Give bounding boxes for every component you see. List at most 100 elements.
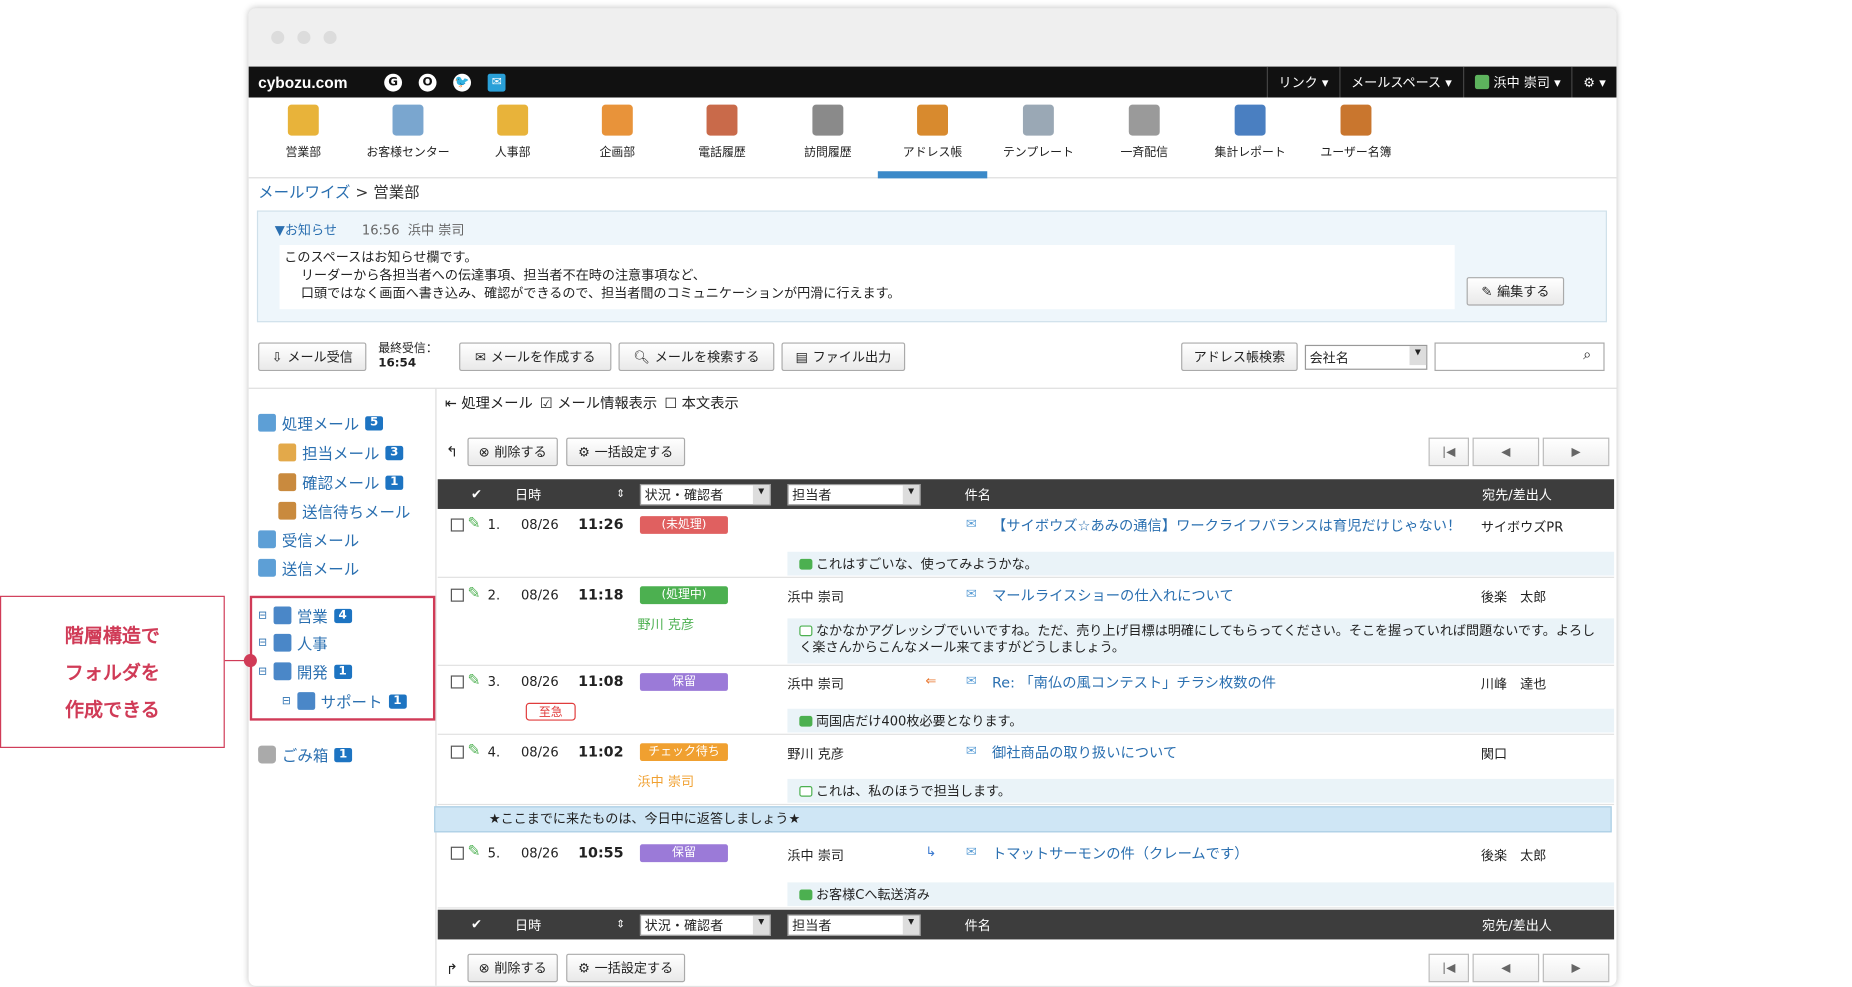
window-dot[interactable] [271, 30, 285, 44]
sidebar-item-pending[interactable]: 送信待ちメール [278, 499, 410, 522]
mailspace-menu[interactable]: メールスペース ▾ [1339, 66, 1462, 98]
status-badge[interactable]: (未処理) [639, 516, 728, 534]
edit-notice-button[interactable]: ✎ 編集する [1466, 277, 1565, 306]
cybozu-logo[interactable]: cybozu.com [249, 73, 368, 91]
sidebar-item-trash[interactable]: ごみ箱 1 [258, 743, 353, 766]
edit-status-icon[interactable]: ✎ [467, 515, 480, 533]
bulk-set-button-top[interactable]: ⚙ 一括設定する [566, 437, 686, 467]
link-menu[interactable]: リンク ▾ [1266, 66, 1340, 98]
nav-item[interactable]: 一斉配信 [1092, 104, 1197, 159]
mailwise-icon[interactable]: ✉ [487, 73, 506, 91]
nav-item[interactable]: 企画部 [565, 104, 670, 159]
edit-status-icon[interactable]: ✎ [467, 843, 480, 861]
row-checkbox[interactable] [450, 675, 464, 692]
delete-button-top[interactable]: ⊗ 削除する [467, 437, 558, 467]
company-select[interactable]: 会社名 [1304, 344, 1428, 370]
edit-status-icon[interactable]: ✎ [467, 672, 480, 690]
delete-button-bottom[interactable]: ⊗ 削除する [467, 953, 558, 983]
search-mail-button[interactable]: 🔍︎ メールを検索する [618, 342, 775, 372]
row-checkbox[interactable] [450, 745, 464, 763]
select-all-checkbox[interactable]: ✔ [471, 479, 482, 509]
table-row[interactable]: ✎ 1. 08/26 11:26 (未処理) ✉ 【サイボウズ☆あみの通信】ワークライフバラ… [437, 509, 1615, 578]
status-badge[interactable]: 保留 [639, 844, 728, 863]
select-all-checkbox[interactable]: ✔ [471, 910, 482, 940]
delete-label: 削除する [494, 960, 547, 977]
table-row[interactable]: ✎ 5. 08/26 10:55 保留 浜中 崇司 ↳ ✉ トマットサーモンの件（クレームです）… [437, 837, 1615, 909]
col-date[interactable]: 日時 [515, 910, 541, 940]
nav-item[interactable]: お客様センター [356, 104, 461, 159]
edit-status-icon[interactable]: ✎ [467, 742, 480, 760]
table-row[interactable]: ✎ 4. 08/26 11:02 チェック待ち 野川 克彦 浜中 崇司 ✉ 御社商品の取り扱いに… [437, 736, 1615, 806]
notice-header[interactable]: ▼お知らせ 16:56 浜中 崇司 [275, 220, 465, 239]
kintone-icon[interactable]: 🐦 [453, 73, 472, 91]
window-dot[interactable] [323, 30, 337, 44]
nav-item[interactable]: 人事部 [460, 104, 565, 159]
compose-mail-button[interactable]: ✉ メールを作成する [459, 342, 612, 372]
bulk-set-button-bottom[interactable]: ⚙ 一括設定する [566, 953, 686, 983]
status-filter[interactable]: 状況・確認者 [639, 914, 771, 936]
nav-item[interactable]: 電話履歴 [670, 104, 775, 159]
status-badge[interactable]: チェック待ち [639, 743, 728, 762]
bulk-label: 一括設定する [594, 444, 674, 461]
status-badge[interactable]: (処理中) [639, 586, 728, 605]
next-page-icon[interactable]: ▶ [1542, 953, 1610, 983]
sidebar-item-sent[interactable]: 送信メール [258, 557, 359, 579]
nav-item[interactable]: アドレス帳 [880, 104, 985, 159]
tab-processing[interactable]: ⇤ 処理メール [445, 392, 533, 412]
status-filter[interactable]: 状況・確認者 [639, 483, 771, 506]
nav-item[interactable]: 営業部 [251, 104, 356, 159]
magnifier-icon[interactable]: ⌕ [1583, 346, 1591, 364]
row-subject[interactable]: トマットサーモンの件（クレームです） [992, 843, 1249, 863]
row-checkbox[interactable] [450, 588, 464, 606]
col-date[interactable]: 日時 [515, 479, 541, 509]
edit-status-icon[interactable]: ✎ [467, 585, 480, 603]
col-to[interactable]: 宛先/差出人 [1482, 910, 1552, 940]
memo-text: お客様Cへ転送済み [815, 887, 930, 903]
file-export-button[interactable]: ▤ ファイル出力 [781, 342, 906, 372]
show-info-toggle[interactable]: ☑ メール情報表示 [540, 392, 657, 412]
row-subject[interactable]: 【サイボウズ☆あみの通信】ワークライフバランスは育児だけじゃない！ [992, 515, 1461, 535]
status-badge[interactable]: 保留 [639, 673, 728, 691]
assignee-filter[interactable]: 担当者 [787, 483, 921, 506]
table-row[interactable]: ✎ 3. 08/26 11:08 保留 至急 浜中 崇司 ⇐ ✉ Re: 「南仏の風コンテスト」チ… [437, 666, 1615, 735]
assignee-filter[interactable]: 担当者 [787, 914, 921, 936]
table-row[interactable]: ✎ 2. 08/26 11:18 (処理中) 浜中 崇司 野川 克彦 ✉ マールライスショーの仕… [437, 579, 1615, 666]
user-menu[interactable]: 浜中 崇司 ▾ [1462, 66, 1572, 98]
sidebar-item-processing[interactable]: 処理メール 5 [258, 411, 383, 434]
col-subject[interactable]: 件名 [965, 479, 991, 509]
prev-page-icon[interactable]: ◀ [1472, 953, 1540, 983]
nav-item[interactable]: 訪問履歴 [776, 104, 881, 159]
sidebar-item-inbox[interactable]: 受信メール [258, 528, 359, 551]
settings-menu[interactable]: ⚙ ▾ [1571, 66, 1616, 98]
sidebar-item-assigned[interactable]: 担当メール 3 [278, 441, 404, 464]
col-subject[interactable]: 件名 [965, 910, 991, 940]
breadcrumb-root[interactable]: メールワイズ [258, 184, 350, 202]
nav-item[interactable]: ユーザー名簿 [1304, 104, 1409, 159]
receive-mail-button[interactable]: ⇩ メール受信 [258, 342, 367, 372]
sidebar-item-confirm[interactable]: 確認メール 1 [278, 471, 404, 494]
sort-icon[interactable]: ⇕ [616, 910, 625, 940]
row-checkbox[interactable] [450, 846, 464, 864]
address-search-input[interactable] [1434, 342, 1605, 372]
garoon-icon[interactable]: G [384, 73, 403, 91]
row-subject[interactable]: マールライスショーの仕入れについて [992, 585, 1234, 605]
refresh-icon[interactable]: ↰ [446, 444, 458, 461]
scroll-top-icon[interactable]: ↱ [446, 961, 458, 978]
next-page-icon[interactable]: ▶ [1542, 437, 1610, 467]
nav-item[interactable]: 集計レポート [1198, 104, 1303, 159]
col-to[interactable]: 宛先/差出人 [1482, 479, 1552, 509]
office-icon[interactable]: O [418, 73, 437, 91]
prev-page-icon[interactable]: ◀ [1472, 437, 1540, 467]
address-search-button[interactable]: アドレス帳検索 [1181, 342, 1298, 372]
row-checkbox[interactable] [450, 518, 464, 535]
first-page-icon[interactable]: |◀ [1428, 953, 1469, 983]
sort-icon[interactable]: ⇕ [616, 479, 625, 509]
nav-item[interactable]: テンプレート [986, 104, 1091, 159]
first-page-icon[interactable]: |◀ [1428, 437, 1469, 467]
row-subject[interactable]: Re: 「南仏の風コンテスト」チラシ枚数の件 [992, 672, 1276, 692]
row-subject[interactable]: 御社商品の取り扱いについて [992, 742, 1177, 762]
window-dot[interactable] [297, 30, 311, 44]
row-assignee: 浜中 崇司 [787, 676, 844, 693]
sidebar-label: 確認メール [302, 475, 380, 494]
show-body-toggle[interactable]: ☐ 本文表示 [664, 392, 738, 412]
